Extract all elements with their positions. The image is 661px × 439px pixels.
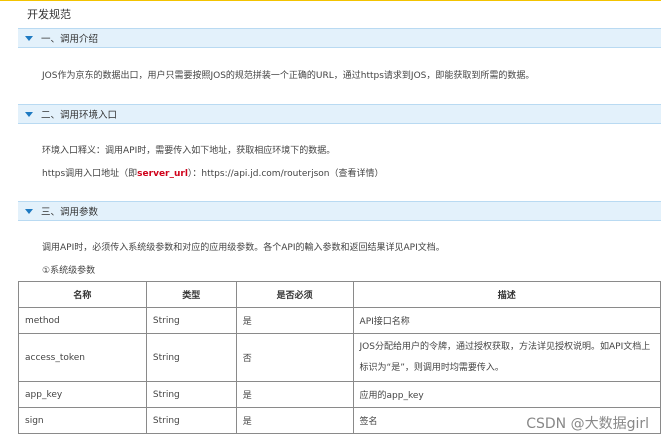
table-row: app_key String 是 应用的app_key	[18, 381, 661, 408]
params-subheading: ①系统级参数	[42, 266, 96, 276]
param-type: String	[145, 407, 237, 434]
param-desc: API接口名称	[352, 307, 661, 334]
params-intro: 调用API时，必须传入系统级参数和对应的应用级参数。各个API的輸入参数和返回结…	[42, 243, 445, 253]
env-url-line: https调用入口地址（即server_url）：https://api.jd.…	[42, 166, 383, 179]
param-required: 是	[235, 381, 354, 408]
param-name: method	[18, 307, 147, 334]
section-header-params[interactable]: 三、调用参数	[18, 201, 661, 221]
watermark: CSDN @大数据girl	[526, 416, 649, 432]
param-type: String	[145, 307, 237, 334]
intro-text: JOS作为京东的数据出口，用户只需要按照JOS的规范拼装一个正确的URL，通过h…	[42, 71, 535, 81]
section-title: 一、调用介绍	[41, 34, 99, 45]
header-type: 类型	[145, 281, 237, 308]
env-url-suffix: ）：https://api.jd.com/routerjson（查看详情）	[187, 169, 384, 179]
param-desc: 应用的app_key	[352, 381, 661, 408]
section-title: 三、调用参数	[41, 207, 99, 218]
param-desc: JOS分配给用户的令牌，通过授权获取，方法详见授权说明。如API文档上标识为“是…	[352, 333, 661, 382]
page-title: 开发规范	[27, 8, 71, 21]
param-type: String	[145, 381, 237, 408]
param-required: 是	[235, 307, 354, 334]
param-required: 否	[235, 333, 354, 382]
env-definition: 环境入口释义：调用API时，需要传入如下地址，获取相应环境下的数据。	[42, 146, 336, 156]
collapse-triangle-icon[interactable]	[25, 111, 33, 117]
section-header-intro[interactable]: 一、调用介绍	[18, 28, 661, 48]
header-required: 是否必须	[235, 281, 354, 308]
param-name: app_key	[18, 381, 147, 408]
server-url-key: server_url	[137, 169, 188, 179]
section-header-env[interactable]: 二、调用环境入口	[18, 104, 661, 124]
param-type: String	[145, 333, 237, 382]
header-desc: 描述	[352, 281, 661, 308]
system-params-table: 名称 类型 是否必须 描述 method String 是 API接口名称 ac…	[18, 281, 661, 434]
table-row: method String 是 API接口名称	[18, 307, 661, 334]
param-required: 是	[235, 407, 354, 434]
table-header-row: 名称 类型 是否必须 描述	[18, 281, 661, 308]
top-border	[0, 0, 661, 1]
section-title: 二、调用环境入口	[41, 110, 118, 121]
env-url-prefix: https调用入口地址（即	[42, 169, 138, 179]
table-row: access_token String 否 JOS分配给用户的令牌，通过授权获取…	[18, 333, 661, 382]
param-name: sign	[18, 407, 147, 434]
collapse-triangle-icon[interactable]	[25, 35, 33, 41]
param-name: access_token	[18, 333, 147, 382]
collapse-triangle-icon[interactable]	[25, 208, 33, 214]
header-name: 名称	[18, 281, 147, 308]
